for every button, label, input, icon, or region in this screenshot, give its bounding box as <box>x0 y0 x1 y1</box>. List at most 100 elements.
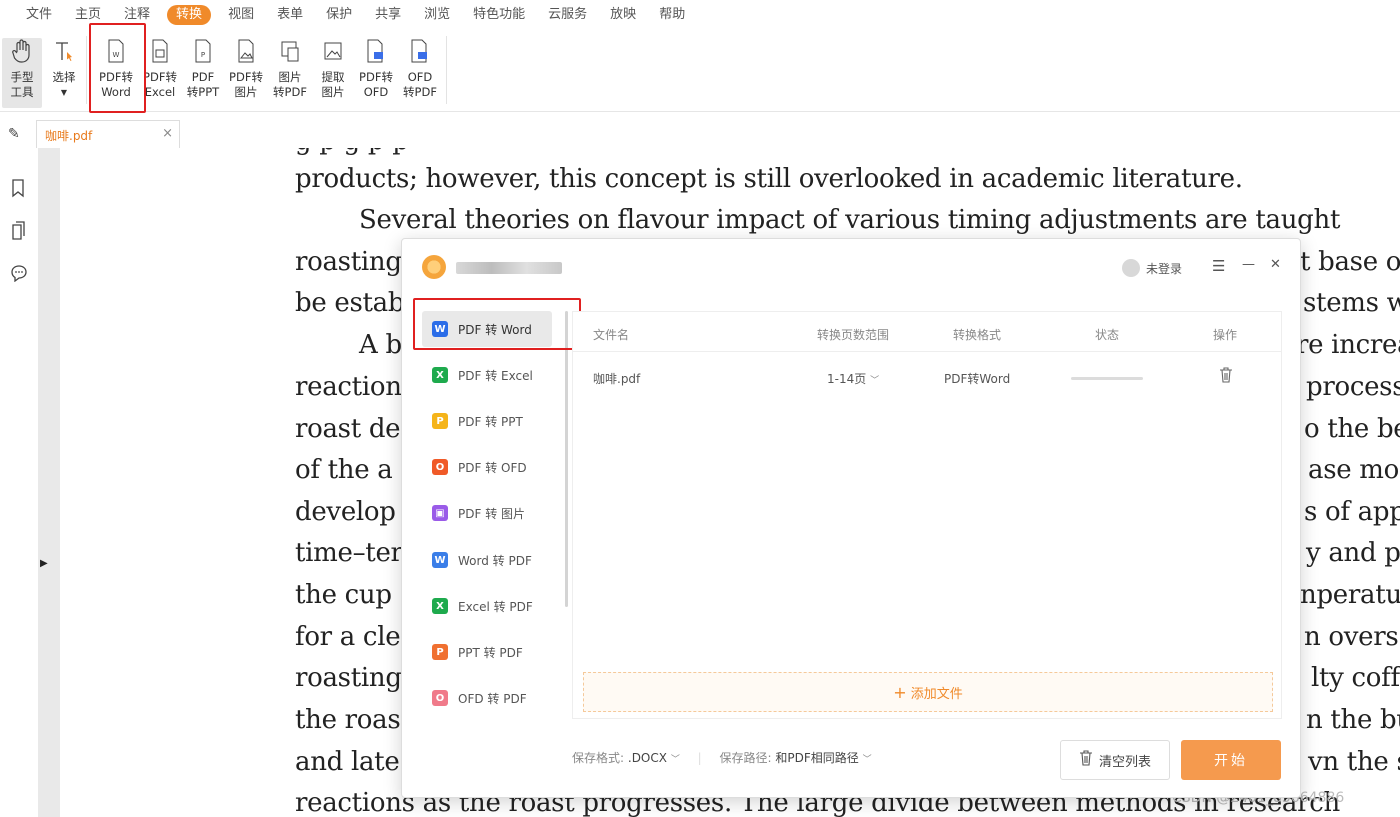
tool-label: PDF转 <box>143 70 177 84</box>
save-options: 保存格式: .DOCX ﹀ | 保存路径: 和PDF相同路径 ﹀ <box>572 751 872 765</box>
close-icon[interactable]: ✕ <box>1270 257 1281 272</box>
pdf-to-ofd-button[interactable]: PDF转 OFD <box>355 38 397 108</box>
sidebar-item-label: PDF 转 图片 <box>458 506 526 521</box>
doc-line: roasting <box>295 663 402 693</box>
extract-image-button[interactable]: 提取 图片 <box>313 38 353 108</box>
doc-line: A b <box>359 330 402 360</box>
save-format-select[interactable]: .DOCX <box>628 751 667 765</box>
save-path-select[interactable]: 和PDF相同路径 <box>775 751 858 765</box>
pages-icon[interactable] <box>10 221 28 241</box>
menu-present[interactable]: 放映 <box>604 5 642 25</box>
sidebar-item-label: PPT 转 PDF <box>458 645 523 660</box>
menu-annotate[interactable]: 注释 <box>118 5 156 25</box>
column-header: 操作 <box>1213 328 1238 342</box>
menu-home[interactable]: 主页 <box>69 5 107 25</box>
tool-label: 图片 <box>234 85 258 99</box>
svg-text:P: P <box>201 51 205 59</box>
tab-title: 咖啡.pdf <box>45 129 93 143</box>
menu-icon[interactable]: ☰ <box>1212 257 1225 275</box>
comment-icon[interactable] <box>10 264 28 284</box>
clear-list-button[interactable]: 清空列表 <box>1060 740 1170 780</box>
doc-line: n the bu <box>1306 705 1400 735</box>
highlight-box <box>89 23 146 113</box>
doc-line: lty coffe <box>1311 663 1400 693</box>
sidebar-item-word-to-pdf[interactable]: W Word 转 PDF <box>422 542 552 578</box>
pdf-to-ppt-button[interactable]: P PDF 转PPT <box>182 38 224 108</box>
delete-icon[interactable] <box>1219 367 1233 386</box>
ofd-icon: O <box>432 459 448 475</box>
doc-line-partial: g p g p p <box>295 148 409 156</box>
menu-file[interactable]: 文件 <box>20 5 58 25</box>
menu-features[interactable]: 特色功能 <box>467 5 531 25</box>
doc-line: t base o <box>1300 247 1400 277</box>
document-tab[interactable]: 咖啡.pdf × <box>36 120 180 148</box>
sidebar-item-label: PDF 转 PPT <box>458 414 523 429</box>
doc-line: roast deg <box>295 414 417 444</box>
add-file-label: 添加文件 <box>910 686 963 702</box>
blurred-title <box>456 262 562 274</box>
column-header: 转换格式 <box>953 328 1002 342</box>
doc-line: process. <box>1306 372 1400 402</box>
doc-line: s of app <box>1304 497 1400 527</box>
doc-line: of the a <box>295 455 393 485</box>
tool-label: 转PDF <box>403 85 437 99</box>
menu-view[interactable]: 视图 <box>222 5 260 25</box>
sidebar-scrollbar[interactable] <box>565 311 568 607</box>
app-logo-icon <box>422 255 446 279</box>
login-status[interactable]: 未登录 <box>1122 259 1182 277</box>
doc-line: time–ter <box>295 538 403 568</box>
start-button[interactable]: 开始 <box>1181 740 1281 780</box>
menu-convert[interactable]: 转换 <box>167 5 212 25</box>
doc-line: for a cle <box>295 622 401 652</box>
menu-share[interactable]: 共享 <box>369 5 407 25</box>
sidebar-item-label: OFD 转 PDF <box>458 691 527 706</box>
close-icon[interactable]: × <box>162 126 173 141</box>
login-label: 未登录 <box>1146 261 1183 276</box>
sidebar-item-pdf-to-image[interactable]: ▣ PDF 转 图片 <box>422 495 552 531</box>
doc-line: products; however, this concept is still… <box>295 164 1243 194</box>
sidebar-item-ppt-to-pdf[interactable]: P PPT 转 PDF <box>422 634 552 670</box>
save-format-label: 保存格式: <box>572 751 625 765</box>
hand-tool-button[interactable]: 手型 工具 <box>2 38 42 108</box>
image-to-pdf-button[interactable]: 图片 转PDF <box>269 38 311 108</box>
doc-line: n overs <box>1304 622 1399 652</box>
clear-list-label: 清空列表 <box>1098 754 1151 770</box>
file-name: 咖啡.pdf <box>593 372 641 386</box>
doc-line: re increa <box>1296 330 1400 360</box>
sidebar-item-pdf-to-excel[interactable]: X PDF 转 Excel <box>422 357 552 393</box>
trash-icon <box>1079 750 1093 770</box>
sidebar-item-label: Word 转 PDF <box>458 553 532 568</box>
column-header: 状态 <box>1095 328 1120 342</box>
menu-form[interactable]: 表单 <box>271 5 309 25</box>
menu-cloud[interactable]: 云服务 <box>542 5 593 25</box>
expand-arrow-icon[interactable]: ▶ <box>40 558 48 569</box>
image-to-pdf-icon <box>279 38 301 64</box>
select-tool-label: 选择 <box>52 70 76 84</box>
doc-line: the cup <box>295 580 392 610</box>
sidebar-item-excel-to-pdf[interactable]: X Excel 转 PDF <box>422 588 552 624</box>
select-tool-button[interactable]: 选择 ▼ <box>46 38 82 108</box>
doc-line: and late <box>295 747 400 777</box>
ofd-to-pdf-icon <box>409 38 431 64</box>
plus-icon: + <box>893 682 907 702</box>
page-range-select[interactable]: 1-14页 ﹀ <box>827 370 879 387</box>
menu-browse[interactable]: 浏览 <box>418 5 456 25</box>
minimize-icon[interactable]: — <box>1242 257 1255 272</box>
word-icon: W <box>432 552 448 568</box>
add-file-button[interactable]: + 添加文件 <box>583 672 1273 712</box>
tool-label: 转PPT <box>186 85 220 99</box>
extract-image-icon <box>322 38 344 64</box>
sidebar-item-pdf-to-ofd[interactable]: O PDF 转 OFD <box>422 449 552 485</box>
pdf-to-image-button[interactable]: PDF转 图片 <box>226 38 266 108</box>
sidebar-item-ofd-to-pdf[interactable]: O OFD 转 PDF <box>422 680 552 716</box>
edit-pen-icon[interactable]: ✎ <box>8 126 20 142</box>
avatar <box>1122 259 1140 277</box>
pdf-to-ofd-icon <box>365 38 387 64</box>
sidebar-item-pdf-to-ppt[interactable]: P PDF 转 PPT <box>422 403 552 439</box>
bookmark-icon[interactable] <box>10 178 28 198</box>
menu-help[interactable]: 帮助 <box>653 5 691 25</box>
menu-protect[interactable]: 保护 <box>320 5 358 25</box>
pdf-to-excel-button[interactable]: PDF转 Excel <box>140 38 180 108</box>
pdf-to-image-icon <box>235 38 257 64</box>
ofd-to-pdf-button[interactable]: OFD 转PDF <box>399 38 441 108</box>
